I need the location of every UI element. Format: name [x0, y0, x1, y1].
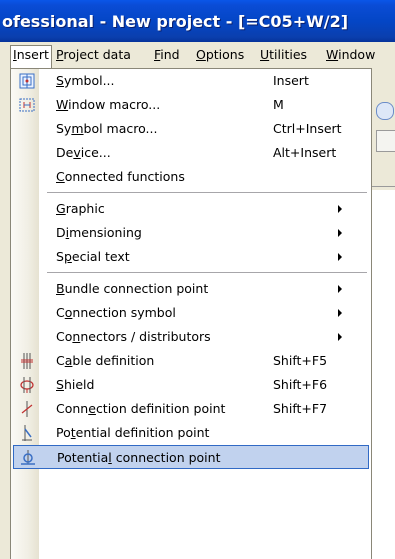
submenu-arrow-icon — [338, 205, 342, 213]
menu-item-connection-definition-point[interactable]: Connection definition point Shift+F7 — [13, 397, 369, 421]
submenu-arrow-icon — [338, 253, 342, 261]
menu-item-bundle-connection-point[interactable]: Bundle connection point — [13, 277, 369, 301]
menu-item-graphic[interactable]: Graphic — [13, 197, 369, 221]
menu-item-potential-connection-point[interactable]: Potential connection point — [13, 445, 369, 469]
menu-bar: Insert Project data Find Options Utiliti… — [0, 42, 395, 68]
menu-item-symbol-macro[interactable]: Symbol macro... Ctrl+Insert — [13, 117, 369, 141]
menu-window[interactable]: Window — [326, 46, 375, 64]
potential-definition-point-icon — [18, 424, 36, 442]
menu-item-cable-definition[interactable]: Cable definition Shift+F5 — [13, 349, 369, 373]
submenu-arrow-icon — [338, 309, 342, 317]
menu-options[interactable]: Options — [196, 46, 244, 64]
menu-insert[interactable]: Insert — [10, 45, 52, 68]
window-macro-icon — [18, 96, 36, 114]
submenu-arrow-icon — [338, 285, 342, 293]
submenu-arrow-icon — [338, 333, 342, 341]
divider — [372, 186, 395, 187]
symbol-icon — [18, 72, 36, 90]
menu-separator — [47, 272, 367, 273]
menu-project-data[interactable]: Project data — [56, 46, 131, 64]
connection-definition-point-icon — [18, 400, 36, 418]
workspace-left-edge — [0, 68, 10, 559]
menu-item-device[interactable]: Device... Alt+Insert — [13, 141, 369, 165]
menu-item-shield[interactable]: Shield Shift+F6 — [13, 373, 369, 397]
menu-item-potential-definition-point[interactable]: Potential definition point — [13, 421, 369, 445]
menu-utilities[interactable]: Utilities — [260, 46, 307, 64]
submenu-arrow-icon — [338, 229, 342, 237]
insert-menu-dropdown: Symbol... Insert Window macro... M Symbo… — [10, 68, 372, 559]
menu-item-shortcut: Shift+F7 — [273, 401, 328, 416]
title-bar[interactable]: ofessional - New project - [=C05+W/2] — [0, 0, 395, 42]
potential-connection-point-icon — [19, 449, 37, 467]
workspace-panel — [372, 190, 395, 559]
cable-definition-icon — [18, 352, 36, 370]
menu-find[interactable]: Find — [154, 46, 180, 64]
menu-item-shortcut: Shift+F5 — [273, 353, 328, 368]
window-title: ofessional - New project - [=C05+W/2] — [2, 12, 349, 31]
toolbar-button[interactable] — [376, 130, 395, 152]
menu-item-shortcut: M — [273, 97, 284, 112]
menu-item-special-text[interactable]: Special text — [13, 245, 369, 269]
toolbar-round-button[interactable] — [376, 102, 394, 120]
menu-item-connection-symbol[interactable]: Connection symbol — [13, 301, 369, 325]
menu-item-shortcut: Ctrl+Insert — [273, 121, 342, 136]
menu-item-shortcut: Alt+Insert — [273, 145, 337, 160]
toolbar-area — [372, 68, 395, 559]
menu-item-connected-functions[interactable]: Connected functions — [13, 165, 369, 189]
menu-item-shortcut: Insert — [273, 73, 309, 88]
shield-icon — [18, 376, 36, 394]
menu-item-dimensioning[interactable]: Dimensioning — [13, 221, 369, 245]
menu-separator — [47, 192, 367, 193]
menu-item-symbol[interactable]: Symbol... Insert — [13, 69, 369, 93]
menu-item-window-macro[interactable]: Window macro... M — [13, 93, 369, 117]
menu-item-shortcut: Shift+F6 — [273, 377, 328, 392]
menu-item-connectors-distributors[interactable]: Connectors / distributors — [13, 325, 369, 349]
